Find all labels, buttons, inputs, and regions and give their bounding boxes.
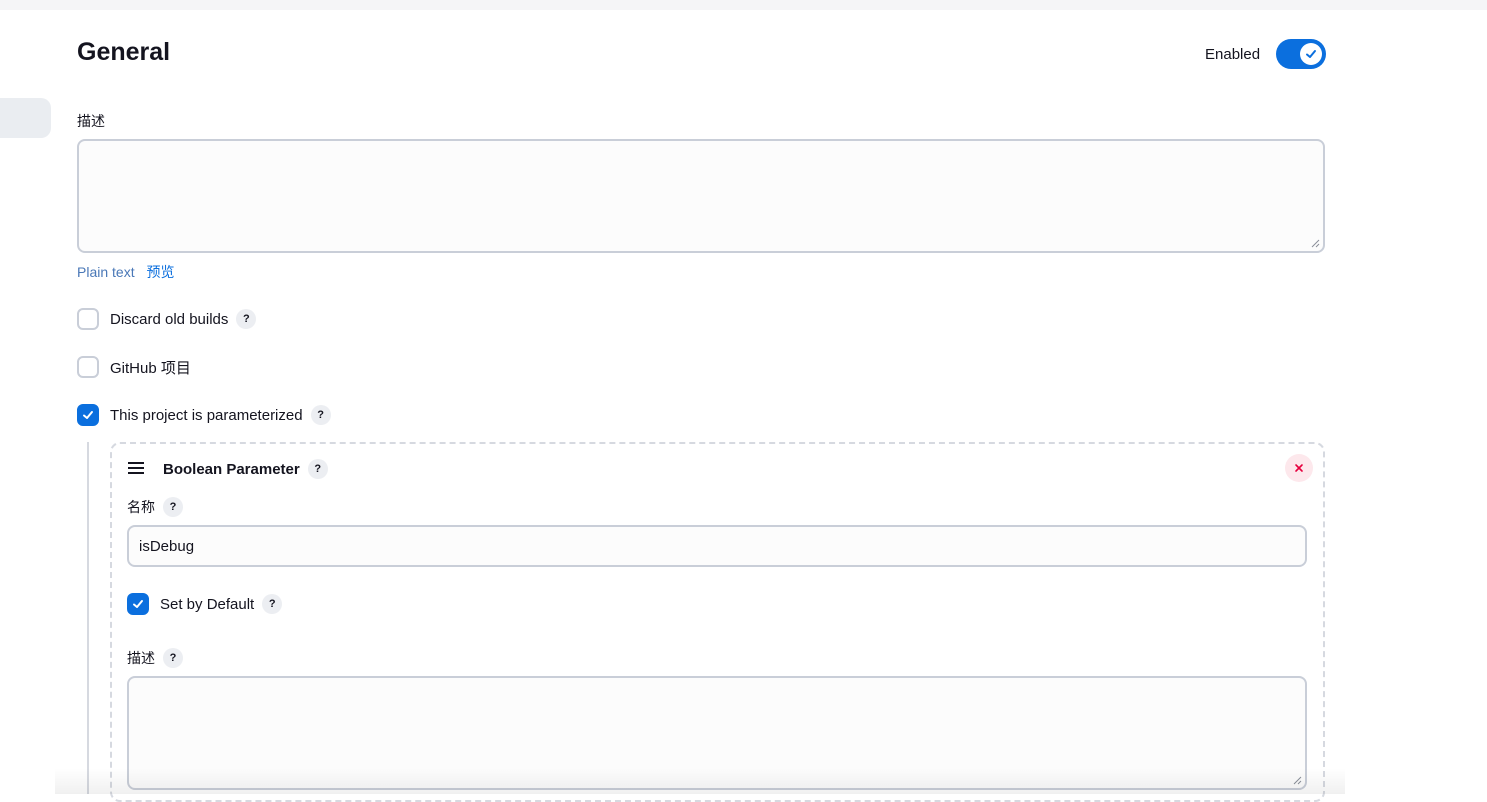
nest-indicator [87,442,89,794]
description-label: 描述 [77,113,105,129]
github-project-label: GitHub 项目 [110,359,191,377]
help-icon[interactable]: ? [262,594,283,614]
format-links: Plain text 预览 [77,262,174,282]
parameter-name-label-row: 名称 ? [127,497,183,517]
set-by-default-checkbox[interactable] [127,593,149,615]
help-icon[interactable]: ? [236,309,257,329]
parameterized-label: This project is parameterized [110,406,303,424]
enabled-label: Enabled [1205,45,1261,63]
help-icon[interactable]: ? [307,459,328,479]
drag-handle-icon[interactable] [128,462,144,474]
parameter-header: Boolean Parameter ? [163,459,328,479]
enabled-control: Enabled [1205,39,1327,69]
parameter-description-label: 描述 [127,650,155,666]
help-icon[interactable]: ? [310,405,331,425]
parameter-description-label-row: 描述 ? [127,648,183,668]
parameterized-checkbox[interactable] [77,404,99,426]
plain-text-link[interactable]: Plain text [77,264,135,280]
option-discard-old-builds: Discard old builds ? [77,308,257,330]
help-icon[interactable]: ? [163,497,183,517]
top-bar [0,0,1487,10]
close-icon [1295,464,1303,472]
description-textarea[interactable] [77,139,1325,253]
check-icon [1306,50,1317,58]
discard-old-builds-label: Discard old builds [110,310,229,328]
toggle-knob [1300,43,1323,65]
discard-old-builds-checkbox[interactable] [77,308,99,330]
parameter-name-input[interactable]: isDebug [127,525,1307,567]
check-icon [133,600,143,608]
parameter-description-textarea[interactable] [127,676,1307,790]
parameter-type-label: Boolean Parameter [163,460,300,478]
resize-grip-icon[interactable] [1292,775,1302,785]
resize-grip-icon[interactable] [1310,238,1320,248]
preview-link[interactable]: 预览 [146,264,174,280]
check-icon [83,411,93,419]
option-parameterized: This project is parameterized ? [77,404,331,426]
set-by-default-label: Set by Default [160,595,255,613]
enabled-toggle[interactable] [1276,39,1327,69]
help-icon[interactable]: ? [163,648,183,668]
option-github-project: GitHub 项目 [77,356,191,378]
sidebar-active-item[interactable] [0,98,51,138]
parameter-name-label: 名称 [127,499,155,515]
option-set-by-default: Set by Default ? [127,593,283,615]
remove-parameter-button[interactable] [1285,454,1313,482]
github-project-checkbox[interactable] [77,356,99,378]
section-title: General [77,38,171,66]
